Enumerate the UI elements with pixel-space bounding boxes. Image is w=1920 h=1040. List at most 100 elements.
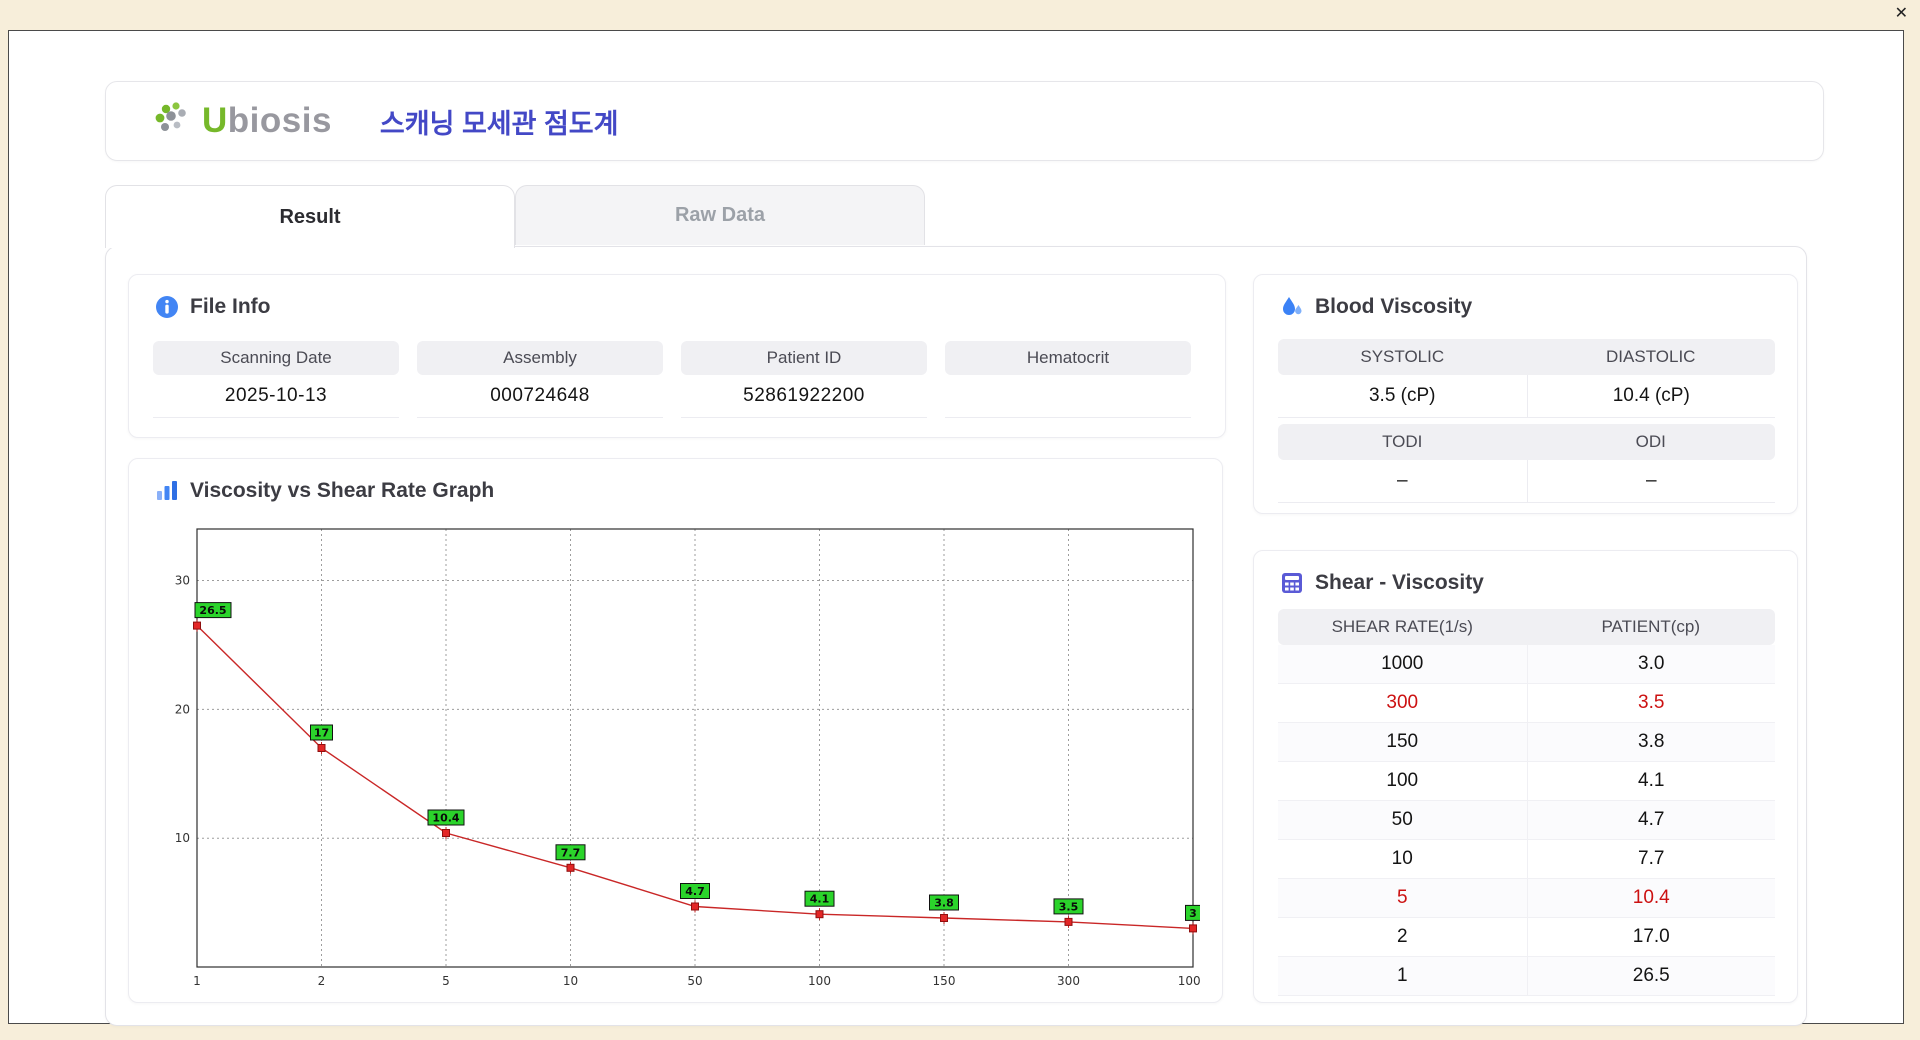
- file-info-field-assembly: Assembly 000724648: [417, 341, 663, 418]
- data-marker: [940, 914, 948, 922]
- table-row: 300 3.5: [1278, 684, 1775, 723]
- table-cell: 50: [1391, 809, 1413, 830]
- data-marker: [1064, 917, 1073, 926]
- file-info-card: File Info Scanning Date 2025-10-13 Assembl…: [128, 274, 1226, 438]
- field-label: Patient ID: [681, 341, 927, 375]
- shear-viscosity-card: Shear - Viscosity SHEAR RATE(1/s) PATIENT…: [1253, 550, 1798, 1003]
- shear-viscosity-title: Shear - Viscosity: [1315, 571, 1484, 594]
- blood-viscosity-value-row: – –: [1278, 460, 1775, 503]
- header-cell-diastolic: DIASTOLIC: [1526, 339, 1775, 375]
- droplet-icon: [1283, 297, 1302, 315]
- table-cell: 10.4: [1526, 879, 1776, 917]
- table-cell: 4.1: [1526, 762, 1776, 800]
- data-marker: [193, 621, 201, 630]
- field-value: 000724648: [417, 375, 663, 418]
- table-cell: 3.0: [1526, 645, 1776, 683]
- x-tick-label: 10: [563, 974, 578, 988]
- table-cell: 26.5: [1526, 957, 1776, 995]
- table-row: 5 10.4: [1278, 879, 1775, 918]
- header-cell-odi: ODI: [1526, 424, 1775, 460]
- logo-text: Ubiosis: [202, 101, 332, 140]
- y-tick-label: 20: [175, 702, 190, 716]
- table-row: 50 4.7: [1278, 801, 1775, 840]
- point-label: 10.4: [432, 812, 459, 825]
- x-tick-label: 1000: [1178, 974, 1200, 988]
- y-tick-label: 10: [175, 831, 190, 845]
- x-tick-label: 150: [933, 974, 956, 988]
- shear-viscosity-table: SHEAR RATE(1/s) PATIENT(cp) 1000 3.0 300 3.5 1…: [1278, 609, 1775, 996]
- blood-viscosity-header-row: SYSTOLIC DIASTOLIC: [1278, 339, 1775, 375]
- table-cell: 1000: [1381, 653, 1424, 674]
- header-cell-systolic: SYSTOLIC: [1278, 339, 1527, 375]
- table-row: 100 4.1: [1278, 762, 1775, 801]
- point-label: 3: [1189, 907, 1197, 920]
- value-cell: 3.5 (cP): [1278, 375, 1527, 418]
- field-value: 52861922200: [681, 375, 927, 418]
- main-panel: Ubiosis 스캐닝 모세관 점도계 Result Raw Data File…: [8, 30, 1904, 1026]
- data-marker: [442, 829, 450, 837]
- data-marker: [566, 863, 575, 872]
- viscosity-chart-svg: 10 20 30 1 2 5 10 50 100 150 300 1000 26.5 17 10.4 7.7 4…: [175, 528, 1208, 988]
- file-info-fields: Scanning Date 2025-10-13 Assembly 000724648…: [153, 341, 1191, 418]
- info-icon: [156, 296, 178, 318]
- point-label: 17: [314, 727, 329, 740]
- bar-chart-icon: [157, 481, 177, 500]
- point-label: 3.8: [934, 897, 954, 910]
- graph-card: Viscosity vs Shear Rate Graph 10 20 30 1 2 5 1…: [128, 458, 1223, 1003]
- field-value: 2025-10-13: [153, 375, 399, 418]
- content-card: File Info Scanning Date 2025-10-13 Assembl…: [105, 246, 1807, 1026]
- table-row: 1 26.5: [1278, 957, 1775, 996]
- table-cell: 1: [1396, 965, 1408, 986]
- table-cell: 4.7: [1526, 801, 1776, 839]
- x-tick-label: 5: [442, 974, 450, 988]
- data-marker: [815, 910, 824, 919]
- file-info-title-row: File Info: [129, 275, 1225, 319]
- blood-viscosity-table: SYSTOLIC DIASTOLIC 3.5 (cP) 10.4 (cP) TODI OD…: [1278, 333, 1775, 503]
- table-row: 150 3.8: [1278, 723, 1775, 762]
- x-tick-label: 1: [193, 974, 201, 988]
- window-titlebar: ✕: [0, 0, 1920, 30]
- series-line: [196, 625, 1194, 930]
- table-row: 2 17.0: [1278, 918, 1775, 957]
- field-label: Hematocrit: [945, 341, 1191, 375]
- value-cell: 10.4 (cP): [1526, 375, 1775, 418]
- header-card: Ubiosis 스캐닝 모세관 점도계: [105, 81, 1824, 161]
- graph-title-row: Viscosity vs Shear Rate Graph: [129, 459, 1222, 503]
- table-cell: 10: [1391, 848, 1413, 869]
- blood-viscosity-title-row: Blood Viscosity: [1254, 275, 1797, 319]
- tab-raw-data[interactable]: Raw Data: [515, 185, 925, 245]
- table-cell: 100: [1386, 770, 1419, 791]
- column-header-shear-rate-1-s: SHEAR RATE(1/s): [1331, 617, 1473, 636]
- field-value: [945, 375, 1191, 418]
- point-label: 26.5: [199, 604, 226, 617]
- tab-bar: Result Raw Data: [105, 185, 925, 248]
- data-marker: [691, 902, 699, 911]
- blood-viscosity-value-row: 3.5 (cP) 10.4 (cP): [1278, 375, 1775, 418]
- graph-title: Viscosity vs Shear Rate Graph: [190, 479, 495, 502]
- table-grid-icon: [1282, 573, 1302, 593]
- table-cell: 150: [1386, 731, 1419, 752]
- tab-result[interactable]: Result: [105, 185, 515, 248]
- point-label: 3.5: [1059, 900, 1079, 913]
- app-title: 스캐닝 모세관 점도계: [379, 108, 619, 139]
- y-tick-label: 30: [175, 574, 190, 588]
- file-info-field-scanning-date: Scanning Date 2025-10-13: [153, 341, 399, 418]
- file-info-field-patient-id: Patient ID 52861922200: [681, 341, 927, 418]
- table-cell: 17.0: [1526, 918, 1776, 956]
- point-label: 4.7: [685, 885, 705, 898]
- table-cell: 2: [1396, 926, 1408, 947]
- close-button[interactable]: ✕: [1895, 5, 1908, 23]
- field-label: Assembly: [417, 341, 663, 375]
- table-cell: 5: [1396, 887, 1408, 908]
- data-marker: [317, 744, 326, 752]
- point-label: 7.7: [561, 846, 581, 859]
- point-label: 4.1: [810, 893, 830, 906]
- data-marker: [1189, 924, 1197, 933]
- table-cell: 300: [1386, 692, 1419, 713]
- value-cell: –: [1526, 460, 1775, 503]
- x-tick-label: 100: [808, 974, 831, 988]
- x-tick-label: 300: [1057, 974, 1080, 988]
- header-cell-todi: TODI: [1278, 424, 1527, 460]
- blood-viscosity-card: Blood Viscosity SYSTOLIC DIASTOLIC 3.5 (cP…: [1253, 274, 1798, 514]
- file-info-field-hematocrit: Hematocrit: [945, 341, 1191, 418]
